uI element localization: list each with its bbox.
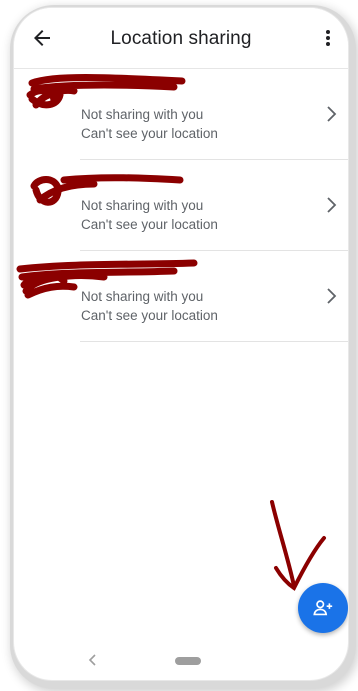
add-person-button[interactable] [298, 583, 348, 633]
chevron-right-icon [327, 106, 337, 122]
contact-visibility-text: Can't see your location [81, 308, 218, 323]
screenshot-canvas: Location sharing Not sharing with you Ca… [0, 0, 358, 691]
system-navigation-bar [14, 640, 348, 680]
phone-screen: Location sharing Not sharing with you Ca… [14, 8, 348, 680]
contact-row[interactable]: Not sharing with you Can't see your loca… [14, 160, 348, 251]
contact-status-text: Not sharing with you [81, 198, 204, 213]
contact-status-text: Not sharing with you [81, 107, 204, 122]
contact-status-text: Not sharing with you [81, 289, 204, 304]
app-bar: Location sharing [14, 8, 348, 69]
contact-list: Not sharing with you Can't see your loca… [14, 69, 348, 342]
list-divider [80, 341, 348, 342]
chevron-right-icon [327, 197, 337, 213]
chevron-right-icon [327, 288, 337, 304]
contact-visibility-text: Can't see your location [81, 217, 218, 232]
contact-row[interactable]: Not sharing with you Can't see your loca… [14, 251, 348, 342]
more-options-button[interactable] [316, 26, 340, 50]
page-title: Location sharing [110, 28, 252, 49]
home-pill-icon[interactable] [175, 657, 201, 665]
person-add-icon [313, 600, 333, 616]
contact-row[interactable]: Not sharing with you Can't see your loca… [14, 69, 348, 160]
more-vert-icon [326, 30, 330, 46]
contact-visibility-text: Can't see your location [81, 126, 218, 141]
chevron-left-icon[interactable] [86, 652, 98, 668]
